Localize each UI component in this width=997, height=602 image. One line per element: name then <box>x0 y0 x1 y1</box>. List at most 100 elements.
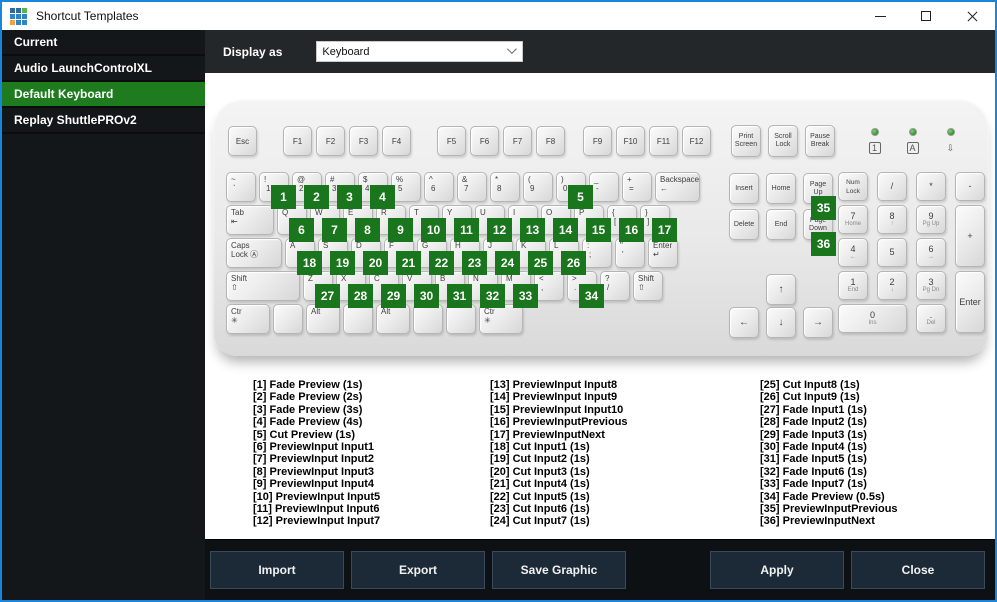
key-numpad-7[interactable]: 7 Home <box>838 205 868 234</box>
key-h[interactable]: H 23 <box>450 238 487 275</box>
key-x[interactable]: X 28 <box>336 271 373 308</box>
key-bracket-right[interactable]: }] 17 <box>640 205 677 242</box>
display-as-dropdown[interactable]: Keyboard <box>316 41 524 62</box>
key-blank-right-1[interactable] <box>413 304 443 334</box>
close-button[interactable] <box>949 2 995 30</box>
key-numpad-2[interactable]: 2 ↓ <box>877 271 907 300</box>
key-w[interactable]: W7 <box>310 205 347 242</box>
key-quote[interactable]: " ' <box>615 238 645 268</box>
key-semicolon[interactable]: :; <box>582 238 612 268</box>
minimize-button[interactable] <box>857 2 903 30</box>
key-1[interactable]: ! 1 1 <box>259 172 296 209</box>
key-numpad-0[interactable]: 0 Ins <box>838 304 907 333</box>
key-b[interactable]: B 31 <box>435 271 472 308</box>
key-4[interactable]: $4 4 <box>358 172 395 209</box>
key-numpad-multiply[interactable]: * <box>916 172 946 201</box>
key-blank-right-2[interactable] <box>446 304 476 334</box>
save-graphic-button[interactable]: Save Graphic <box>492 551 626 589</box>
key-t[interactable]: T 10 <box>409 205 446 242</box>
key-esc[interactable]: Esc <box>228 126 257 156</box>
key-arrow-up[interactable]: ↑ <box>766 274 796 305</box>
key-slash[interactable]: ? / <box>600 271 630 301</box>
key-5[interactable]: % 5 <box>391 172 421 202</box>
key-f9[interactable]: F9 <box>583 126 612 156</box>
key-home[interactable]: Home <box>766 173 796 204</box>
key-numpad-plus[interactable]: + <box>955 205 985 267</box>
key-caps-lock[interactable]: Caps Lock Ⓐ <box>226 238 282 268</box>
key-pause-break[interactable]: Pause Break <box>805 125 835 157</box>
key-numpad-8[interactable]: 8 ↑ <box>877 205 907 234</box>
key-p[interactable]: P 15 <box>574 205 611 242</box>
key-numpad-5[interactable]: 5 <box>877 238 907 267</box>
key-n[interactable]: N 32 <box>468 271 505 308</box>
key-c[interactable]: C 29 <box>369 271 406 308</box>
key-period[interactable]: >. 34 <box>567 271 604 308</box>
key-numpad-divide[interactable]: / <box>877 172 907 201</box>
key-f7[interactable]: F7 <box>503 126 532 156</box>
key-blank[interactable]: _ - <box>589 172 619 202</box>
key-numpad-6[interactable]: 6 → <box>916 238 946 267</box>
key-backspace[interactable]: Backspace ← <box>655 172 701 202</box>
key-0[interactable]: ) 0 5 <box>556 172 593 209</box>
key-space[interactable] <box>343 304 373 334</box>
key-end[interactable]: End <box>766 209 796 240</box>
key-bracket-left[interactable]: {[16 <box>607 205 644 242</box>
key-shift-left[interactable]: Shift ⇧ <box>226 271 300 301</box>
key-f10[interactable]: F10 <box>616 126 645 156</box>
key-numpad-1[interactable]: 1 End <box>838 271 868 300</box>
key-6[interactable]: ^ 6 <box>424 172 454 202</box>
key-7[interactable]: & 7 <box>457 172 487 202</box>
key-insert[interactable]: Insert <box>729 173 759 204</box>
key-alt-right[interactable]: Alt <box>376 304 410 334</box>
key-numpad-9[interactable]: 9 Pg Up <box>916 205 946 234</box>
key-f5[interactable]: F5 <box>437 126 466 156</box>
key-enter[interactable]: Enter ↵ <box>648 238 678 268</box>
key-y[interactable]: Y 11 <box>442 205 479 242</box>
key-f2[interactable]: F2 <box>316 126 345 156</box>
key-2[interactable]: @2 2 <box>292 172 329 209</box>
key-f11[interactable]: F11 <box>649 126 678 156</box>
key-numpad-dot[interactable]: . Del <box>916 304 946 333</box>
import-button[interactable]: Import <box>210 551 344 589</box>
key-a[interactable]: A 18 <box>285 238 322 275</box>
sidebar-item-replay-shuttleprov2[interactable]: Replay ShuttlePROv2 <box>2 108 205 134</box>
key-print-screen[interactable]: Print Screen <box>731 125 761 157</box>
key-num-lock[interactable]: Num Lock <box>838 172 868 201</box>
key-j[interactable]: J 24 <box>483 238 520 275</box>
close-button[interactable]: Close <box>851 551 985 589</box>
key-alt-left[interactable]: Alt <box>306 304 340 334</box>
key-f1[interactable]: F1 <box>283 126 312 156</box>
key-z[interactable]: Z 27 <box>303 271 340 308</box>
key-page-up[interactable]: Page Up 35 <box>803 173 836 220</box>
key-numpad-3[interactable]: 3 Pg Dn <box>916 271 946 300</box>
key-k[interactable]: K 25 <box>516 238 553 275</box>
key-r[interactable]: R9 <box>376 205 413 242</box>
key-blank[interactable]: ~ ` <box>226 172 256 202</box>
key-numpad-minus[interactable]: - <box>955 172 985 201</box>
key-tab[interactable]: Tab ⇤ <box>226 205 274 235</box>
key-f4[interactable]: F4 <box>382 126 411 156</box>
key-shift-right[interactable]: Shift ⇧ <box>633 271 663 301</box>
key-f12[interactable]: F12 <box>682 126 711 156</box>
key-arrow-right[interactable]: → <box>803 307 833 338</box>
key-q[interactable]: Q6 <box>277 205 314 242</box>
key-8[interactable]: * 8 <box>490 172 520 202</box>
apply-button[interactable]: Apply <box>710 551 844 589</box>
key-s[interactable]: S 19 <box>318 238 355 275</box>
key-comma[interactable]: <, <box>534 271 564 301</box>
sidebar-item-current[interactable]: Current <box>2 30 205 56</box>
key-ctrl-right[interactable]: Ctr ✳ <box>479 304 523 334</box>
key-f[interactable]: F 21 <box>384 238 421 275</box>
key-arrow-left[interactable]: ← <box>729 307 759 338</box>
key-arrow-down[interactable]: ↓ <box>766 307 796 338</box>
maximize-button[interactable] <box>903 2 949 30</box>
sidebar-item-default-keyboard[interactable]: Default Keyboard <box>2 82 205 108</box>
key-i[interactable]: I 13 <box>508 205 545 242</box>
key-9[interactable]: (9 <box>523 172 553 202</box>
key-e[interactable]: E8 <box>343 205 380 242</box>
key-blank-left[interactable] <box>273 304 303 334</box>
export-button[interactable]: Export <box>351 551 485 589</box>
key-ctrl-left[interactable]: Ctr ✳ <box>226 304 270 334</box>
key-numpad-4[interactable]: 4 ← <box>838 238 868 267</box>
key-m[interactable]: M 33 <box>501 271 538 308</box>
